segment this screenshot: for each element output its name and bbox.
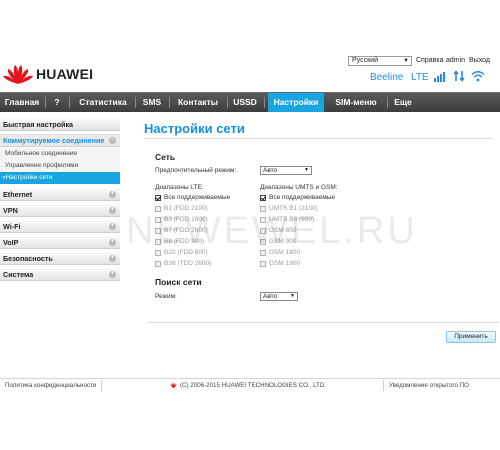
sidebar-item-security[interactable]: Безопасность + (0, 252, 120, 265)
sidebar-item-label: Быстрая настройка (3, 120, 74, 129)
lte-all-checkbox[interactable] (155, 195, 161, 201)
user-name: admin (446, 57, 466, 64)
sidebar-item-label: VoIP (3, 238, 19, 247)
search-mode-value: Авто (263, 293, 278, 300)
sidebar-item-ethernet[interactable]: Ethernet + (0, 188, 120, 201)
preferred-mode-select[interactable]: Авто ▼ (260, 166, 312, 175)
privacy-policy-link[interactable]: Политика конфиденциальности (5, 382, 96, 389)
preferred-mode-label: Предпочтительный режим: (155, 167, 237, 174)
sidebar-item-label: Коммутируемое соединение (3, 136, 105, 145)
wifi-icon (471, 71, 485, 82)
nav-more[interactable]: Еще (390, 93, 416, 112)
nav-statistics[interactable]: Статистика (72, 93, 134, 112)
expand-icon: + (109, 207, 116, 214)
network-type: LTE (411, 72, 429, 83)
chevron-down-icon: ▼ (403, 58, 409, 64)
nav-ussd[interactable]: USSD (229, 93, 261, 112)
sidebar-item-label: Безопасность (3, 254, 53, 263)
lte-bands-label: Диапазоны LTE: (155, 184, 204, 191)
umts-band-label: GSM 1900 (269, 260, 301, 267)
nav-contacts[interactable]: Контакты (171, 93, 225, 112)
data-transfer-icon (453, 70, 465, 82)
sidebar-item-vpn[interactable]: VPN + (0, 204, 120, 217)
sidebar-item-dialup[interactable]: Коммутируемое соединение − (0, 134, 120, 147)
huawei-logo-small-icon (170, 382, 177, 389)
chevron-down-icon: ▼ (304, 167, 309, 173)
sidebar-subitem-profile-management[interactable]: Управление профилями (0, 160, 120, 172)
operator-name: Beeline (370, 72, 404, 83)
chevron-down-icon: ▼ (290, 293, 295, 299)
expand-icon: + (109, 271, 116, 278)
logout-link[interactable]: Выход (469, 56, 490, 66)
lte-b38-checkbox[interactable] (155, 261, 161, 267)
copyright-text: (C) 2006-2015 HUAWEI TECHNOLOGIES CO., L… (180, 382, 327, 389)
open-source-notice-link[interactable]: Уведомление открытого ПО (389, 382, 469, 389)
sidebar-item-label: Wi-Fi (3, 222, 21, 231)
lte-band-label: B38 (TDD 2600) (164, 260, 212, 267)
help-link[interactable]: Справка (416, 56, 443, 66)
sidebar-item-label: Ethernet (3, 190, 33, 199)
sidebar-item-quick-setup[interactable]: Быстрая настройка (0, 118, 120, 131)
preferred-mode-value: Авто (263, 167, 278, 174)
nav-sim-menu[interactable]: SIM-меню (326, 93, 386, 112)
sidebar-item-wifi[interactable]: Wi-Fi + (0, 220, 120, 233)
umts-band-label: Все поддерживаемые (269, 194, 336, 201)
sidebar-item-voip[interactable]: VoIP + (0, 236, 120, 249)
title-divider (144, 138, 492, 139)
lte-band-label: Все поддерживаемые (164, 194, 231, 201)
language-select-value: Русский (352, 57, 378, 64)
language-select[interactable]: Русский ▼ (348, 56, 412, 66)
network-section-title: Сеть (155, 152, 176, 162)
brand-name: HUAWEI (36, 66, 94, 82)
gsm-1900-checkbox[interactable] (260, 261, 266, 267)
main-navigation: Главная ? Статистика SMS Контакты USSD Н… (0, 92, 500, 112)
expand-icon: + (109, 255, 116, 262)
footer-divider (0, 378, 500, 379)
nav-sms[interactable]: SMS (137, 93, 167, 112)
signal-strength-icon (434, 72, 445, 82)
network-search-section-title: Поиск сети (155, 277, 202, 287)
sidebar-subitem-network-settings[interactable]: »Настройки сети (0, 172, 120, 184)
nav-settings[interactable]: Настройки (268, 93, 324, 112)
apply-button[interactable]: Применить (446, 331, 496, 343)
huawei-logo-icon (3, 65, 33, 84)
expand-icon: + (109, 239, 116, 246)
sidebar-item-system[interactable]: Система + (0, 268, 120, 281)
search-mode-label: Режим: (155, 293, 177, 300)
nav-help[interactable]: ? (47, 93, 67, 112)
sidebar-item-label: VPN (3, 206, 18, 215)
nav-home[interactable]: Главная (0, 93, 44, 112)
umts-all-checkbox[interactable] (260, 195, 266, 201)
watermark: NEWEWEL.RU (126, 210, 418, 252)
collapse-icon: − (109, 137, 116, 144)
sidebar-item-label: Система (3, 270, 34, 279)
page-title: Настройки сети (144, 121, 245, 136)
umts-bands-label: Диапазоны UMTS и GSM: (260, 184, 338, 191)
expand-icon: + (109, 191, 116, 198)
search-mode-select[interactable]: Авто ▼ (260, 292, 298, 301)
form-divider (148, 322, 498, 323)
expand-icon: + (109, 223, 116, 230)
sidebar-subitem-mobile-connection[interactable]: Мобильное соединение (0, 148, 120, 160)
